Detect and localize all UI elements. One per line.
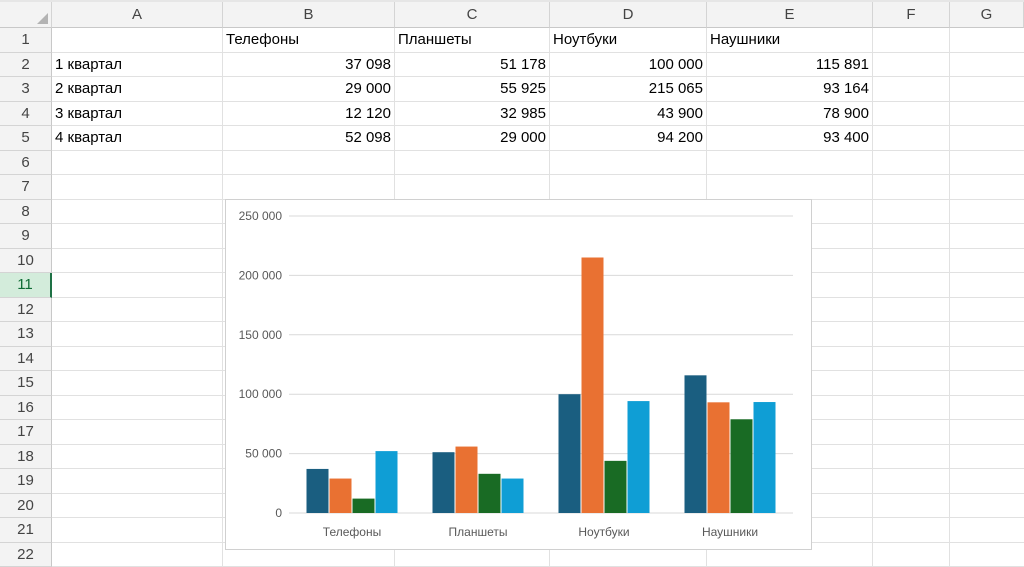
chart-bar [605,461,627,513]
chart-bar [433,452,455,513]
cell-value[interactable]: 37 098 [223,53,394,78]
row-header-5[interactable]: 5 [0,126,52,151]
chart-clustered-column[interactable]: 0 50 000 100 000 150 000 200 000 250 000 Телеф… [225,199,812,550]
row-header-19[interactable]: 19 [0,469,52,494]
column-header-a[interactable]: A [52,2,223,28]
chart-bar [330,479,352,513]
chart-bar [708,402,730,513]
row-header-9[interactable]: 9 [0,224,52,249]
cell-header-2[interactable]: Планшеты [395,28,549,53]
chart-bar [456,447,478,513]
row-header-3[interactable]: 3 [0,77,52,102]
x-tick-label: Ноутбуки [578,525,629,539]
x-tick-label: Планшеты [449,525,508,539]
column-header-e[interactable]: E [707,2,873,28]
cell-value[interactable]: 94 200 [550,126,706,151]
x-tick-label: Наушники [702,525,758,539]
row-header-10[interactable]: 10 [0,249,52,274]
cell-value[interactable]: 29 000 [395,126,549,151]
row-header-15[interactable]: 15 [0,371,52,396]
y-tick-label: 100 000 [239,387,283,401]
cell-value[interactable]: 93 164 [707,77,872,102]
cell-value[interactable]: 215 065 [550,77,706,102]
cell-row-label[interactable]: 3 квартал [52,102,222,127]
cell-value[interactable]: 43 900 [550,102,706,127]
chart-bar [307,469,329,513]
row-header-13[interactable]: 13 [0,322,52,347]
cell-value[interactable]: 51 178 [395,53,549,78]
cell-row-label[interactable]: 1 квартал [52,53,222,78]
row-header-14[interactable]: 14 [0,347,52,372]
row-header-12[interactable]: 12 [0,298,52,323]
row-header-20[interactable]: 20 [0,494,52,519]
row-header-6[interactable]: 6 [0,151,52,176]
select-all-button[interactable] [0,2,52,28]
y-tick-label: 250 000 [239,209,283,223]
row-header-1[interactable]: 1 [0,28,52,53]
chart-bar [376,451,398,513]
chart-plot: 0 50 000 100 000 150 000 200 000 250 000 Телеф… [226,200,811,549]
y-tick-label: 50 000 [245,447,282,461]
cell-value[interactable]: 52 098 [223,126,394,151]
spreadsheet-grid[interactable]: ABCDEFG 12345678910111213141516171819202… [0,0,1024,566]
row-header-4[interactable]: 4 [0,102,52,127]
column-header-d[interactable]: D [550,2,707,28]
row-header-11[interactable]: 11 [0,273,52,298]
cell-value[interactable]: 29 000 [223,77,394,102]
chart-bar [731,419,753,513]
row-header-2[interactable]: 2 [0,53,52,78]
cell-value[interactable]: 32 985 [395,102,549,127]
gridline-horizontal [52,174,1024,175]
row-header-18[interactable]: 18 [0,445,52,470]
cell-value[interactable]: 115 891 [707,53,872,78]
chart-bar [685,375,707,513]
y-tick-label: 150 000 [239,328,283,342]
cell-value[interactable]: 100 000 [550,53,706,78]
cell-value[interactable]: 55 925 [395,77,549,102]
chart-bar [628,401,650,513]
cell-value[interactable]: 12 120 [223,102,394,127]
chart-bar [754,402,776,513]
row-header-16[interactable]: 16 [0,396,52,421]
cell-header-4[interactable]: Наушники [707,28,872,53]
row-header-21[interactable]: 21 [0,518,52,543]
chart-bar [582,258,604,513]
row-header-8[interactable]: 8 [0,200,52,225]
select-all-triangle-icon [37,13,48,24]
y-tick-label: 0 [275,506,282,520]
cell-header-1[interactable]: Телефоны [223,28,394,53]
cell-row-label[interactable]: 2 квартал [52,77,222,102]
row-header-17[interactable]: 17 [0,420,52,445]
cell-header-3[interactable]: Ноутбуки [550,28,706,53]
cell-row-label[interactable]: 4 квартал [52,126,222,151]
column-header-b[interactable]: B [223,2,395,28]
row-header-22[interactable]: 22 [0,543,52,567]
column-header-f[interactable]: F [873,2,950,28]
chart-bar [353,499,375,513]
row-header-7[interactable]: 7 [0,175,52,200]
cell-value[interactable]: 93 400 [707,126,872,151]
x-tick-label: Телефоны [323,525,381,539]
chart-bar [479,474,501,513]
cell-value[interactable]: 78 900 [707,102,872,127]
chart-bar [502,479,524,513]
column-header-c[interactable]: C [395,2,550,28]
chart-bar [559,394,581,513]
y-tick-label: 200 000 [239,268,283,282]
column-header-g[interactable]: G [950,2,1024,28]
